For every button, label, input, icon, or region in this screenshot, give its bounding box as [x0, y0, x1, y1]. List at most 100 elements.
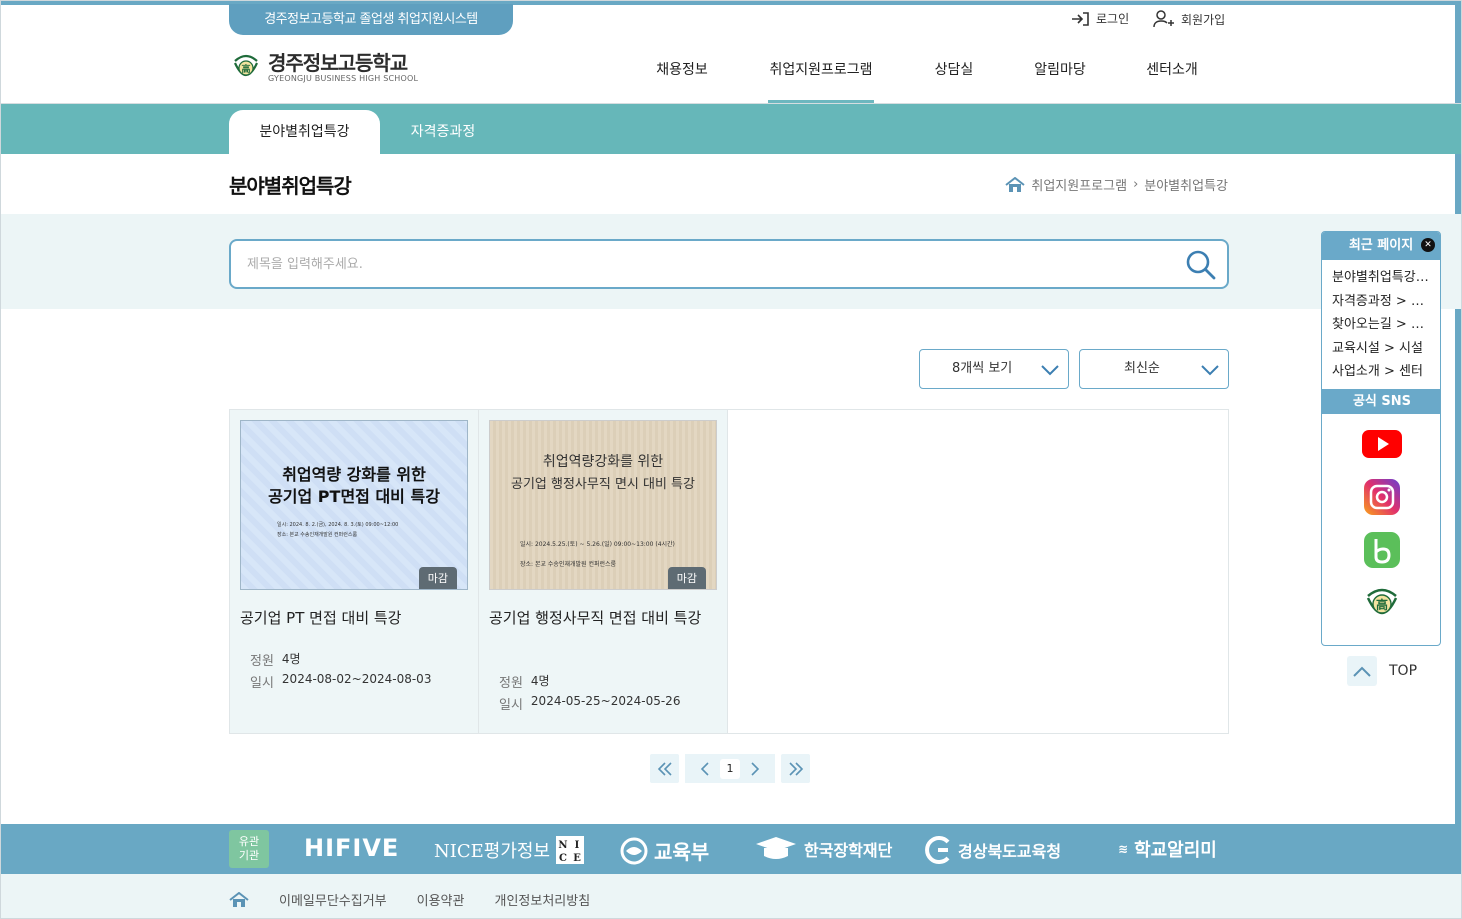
date-row: 일시 2024-08-02~2024-08-03: [250, 672, 431, 691]
lecture-thumbnail[interactable]: 취업역량강화를 위한 공기업 행정사무직 면시 대비 특강 일시: 2024.5…: [489, 420, 717, 590]
partner-label: 유관 기관: [229, 830, 269, 868]
date-label: 일시: [499, 698, 523, 713]
recent-pages-title: 최근 페이지: [1348, 238, 1414, 253]
nav-item-counseling[interactable]: 상담실: [904, 52, 1004, 104]
per-page-select[interactable]: 8개씩 보기: [919, 349, 1069, 389]
first-page-button[interactable]: [650, 754, 679, 783]
last-page-button[interactable]: [781, 754, 810, 783]
recent-page-item[interactable]: 사업소개 > 센터: [1332, 360, 1432, 384]
search-icon[interactable]: [1185, 249, 1217, 281]
recent-page-item[interactable]: 교육시설 > 시설: [1332, 337, 1432, 361]
partner-schoolinfo[interactable]: ≋ 학교알리미: [1118, 836, 1217, 862]
thumb-detail: 일시: 2024. 8. 2.(금), 2024. 8. 3.(토) 09:00…: [277, 522, 399, 528]
partner-nice-label: NICE평가정보: [434, 841, 551, 862]
thumb-title-line: 취업역량강화를 위한: [542, 454, 664, 470]
chevron-right-icon: ›: [1133, 177, 1139, 192]
search-input[interactable]: [247, 253, 1147, 275]
capacity-value: 4명: [530, 674, 550, 688]
nav-item-jobs[interactable]: 채용정보: [628, 52, 736, 104]
breadcrumb-item[interactable]: 취업지원프로그램: [1031, 175, 1127, 194]
school-logo[interactable]: 高 경주정보고등학교 GYEONGJU BUSINESS HIGH SCHOOL: [232, 52, 418, 84]
home-icon[interactable]: [1005, 176, 1025, 193]
double-chevron-right-icon: [788, 761, 803, 776]
recent-pages-header: 최근 페이지 ✕: [1322, 232, 1440, 260]
scroll-top-label: TOP: [1389, 663, 1418, 679]
chevron-right-icon[interactable]: [750, 761, 760, 776]
tab-certificate-course[interactable]: 자격증과정: [383, 110, 503, 154]
scroll-top-button[interactable]: TOP: [1347, 656, 1417, 686]
youtube-icon[interactable]: [1362, 424, 1402, 464]
wifi-icon: ≋: [1118, 842, 1129, 856]
breadcrumb-current: 분야별취업특강: [1144, 179, 1228, 194]
logo-title: 경주정보고등학교: [268, 51, 408, 75]
partner-gbe-label: 경상북도교육청: [958, 842, 1062, 861]
capacity-label: 정원: [499, 676, 523, 691]
partner-nice[interactable]: NICE평가정보 N I C E: [434, 836, 585, 864]
nice-logo-icon: N I C E: [556, 836, 585, 864]
recent-page-item[interactable]: 찾아오는길 > 찾아오는길: [1332, 313, 1432, 337]
date-label: 일시: [250, 676, 274, 691]
band-icon[interactable]: [1362, 530, 1402, 570]
nav-item-about[interactable]: 센터소개: [1122, 52, 1222, 104]
add-user-icon: [1153, 10, 1174, 28]
recent-page-item[interactable]: 분야별취업특강 > 분야별취업특강: [1332, 266, 1432, 290]
footer: 이메일무단수집거부 이용약관 개인정보처리방침: [0, 874, 1462, 919]
double-chevron-left-icon: [657, 761, 672, 776]
recent-pages-list: 분야별취업특강 > 분야별취업특강 자격증과정 > 자격증과정 찾아오는길 > …: [1322, 260, 1440, 384]
quick-panel: 최근 페이지 ✕ 분야별취업특강 > 분야별취업특강 자격증과정 > 자격증과정…: [1321, 231, 1441, 646]
login-icon: [1072, 11, 1089, 26]
partner-hifive[interactable]: HIFIVE: [304, 834, 399, 862]
partner-moe-label: 교육부: [654, 840, 710, 864]
partner-kosaf[interactable]: 한국장학재단: [754, 836, 892, 862]
lecture-title[interactable]: 공기업 행정사무직 면접 대비 특강: [489, 608, 709, 628]
date-value: 2024-08-02~2024-08-03: [281, 672, 432, 686]
main-nav: 채용정보 취업지원프로그램 상담실 알림마당 센터소개: [628, 52, 1222, 104]
lecture-card[interactable]: 취업역량강화를 위한 공기업 행정사무직 면시 대비 특강 일시: 2024.5…: [479, 410, 728, 733]
chevron-up-icon: [1347, 656, 1377, 686]
status-badge: 마감: [418, 567, 457, 589]
thumb-title-line: 공기업 행정사무직 면시 대비 특강: [511, 477, 695, 492]
sort-select[interactable]: 최신순: [1079, 349, 1229, 389]
top-accent-strip: [0, 0, 1462, 5]
capacity-row: 정원 4명: [499, 672, 550, 691]
partner-kosaf-label: 한국장학재단: [804, 841, 893, 860]
close-icon[interactable]: ✕: [1421, 238, 1435, 252]
recent-page-item[interactable]: 자격증과정 > 자격증과정: [1332, 290, 1432, 314]
footer-link-email-policy[interactable]: 이메일무단수집거부: [279, 890, 387, 909]
svg-text:高: 高: [241, 63, 250, 75]
page-numbers: 1: [685, 754, 775, 783]
home-icon[interactable]: [229, 891, 249, 908]
chevron-left-icon[interactable]: [700, 761, 710, 776]
search-box: [229, 239, 1229, 289]
lecture-title[interactable]: 공기업 PT 면접 대비 특강: [240, 608, 460, 628]
thumb-title-line: 공기업 PT면접 대비 특강: [268, 487, 440, 506]
lecture-grid: 취업역량 강화를 위한 공기업 PT면접 대비 특강 일시: 2024. 8. …: [229, 409, 1229, 734]
capacity-value: 4명: [281, 652, 301, 666]
school-emblem-icon: 高: [234, 54, 258, 77]
svg-text:E: E: [573, 853, 581, 864]
login-link[interactable]: 로그인: [1070, 10, 1129, 27]
nav-item-programs[interactable]: 취업지원프로그램: [768, 52, 874, 104]
moe-emblem-icon: [620, 837, 648, 864]
partner-gbe[interactable]: 경상북도교육청: [924, 836, 1061, 864]
page-number-current[interactable]: 1: [720, 758, 740, 779]
tab-job-lectures[interactable]: 분야별취업특강: [229, 110, 380, 154]
nav-item-notices[interactable]: 알림마당: [1010, 52, 1110, 104]
instagram-icon[interactable]: [1362, 477, 1402, 517]
footer-link-privacy[interactable]: 개인정보처리방침: [494, 890, 590, 909]
lecture-card[interactable]: 취업역량 강화를 위한 공기업 PT면접 대비 특강 일시: 2024. 8. …: [230, 410, 479, 733]
svg-text:C: C: [559, 853, 567, 864]
pagination: 1: [650, 754, 810, 783]
partner-moe[interactable]: 교육부: [620, 836, 709, 865]
system-badge: 경주정보고등학교 졸업생 취업지원시스템: [229, 4, 513, 35]
school-emblem-icon[interactable]: 高: [1362, 584, 1402, 624]
footer-link-terms[interactable]: 이용약관: [417, 890, 465, 909]
signup-link[interactable]: 회원가입: [1153, 10, 1225, 28]
lecture-thumbnail[interactable]: 취업역량 강화를 위한 공기업 PT면접 대비 특강 일시: 2024. 8. …: [240, 420, 468, 590]
partner-bar: 유관 기관 HIFIVE NICE평가정보 N I C E 교육부 한국장학재단: [0, 824, 1462, 874]
status-badge: 마감: [667, 567, 706, 589]
date-row: 일시 2024-05-25~2024-05-26: [499, 694, 680, 713]
thumb-detail: 장소: 본교 수송인재개발원 컨퍼런스룸: [520, 561, 617, 568]
breadcrumb: 취업지원프로그램 › 분야별취업특강: [1005, 175, 1228, 194]
login-label: 로그인: [1096, 12, 1130, 26]
